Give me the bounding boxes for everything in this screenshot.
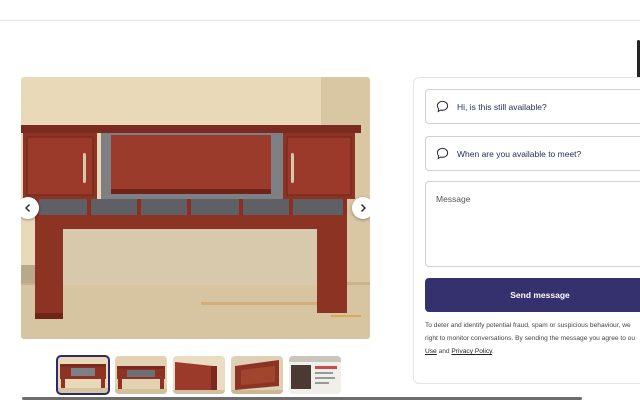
image-viewer [21, 77, 370, 339]
thumbnail-3[interactable] [173, 356, 225, 394]
message-input[interactable]: Message [425, 181, 640, 267]
top-bar [0, 0, 640, 21]
thumbnail-2[interactable] [115, 356, 167, 394]
disclaimer-line-1: To deter and identify potential fraud, s… [425, 322, 631, 329]
message-placeholder: Message [436, 194, 471, 204]
chevron-left-icon [25, 204, 30, 212]
disclaimer-and: and [436, 348, 452, 355]
quick-reply-meet[interactable]: When are you available to meet? [425, 136, 640, 171]
thumbnail-strip [56, 355, 341, 395]
thumbnail-4[interactable] [231, 356, 283, 394]
thumbnail-1[interactable] [56, 355, 110, 395]
contact-seller-panel: Hi, is this still available? When are yo… [413, 77, 640, 384]
chat-bubble-icon [436, 147, 449, 160]
send-button-label: Send message [510, 290, 570, 300]
fraud-disclaimer: To deter and identify potential fraud, s… [425, 319, 640, 358]
chevron-right-icon [361, 204, 366, 212]
chat-bubble-icon [436, 100, 449, 113]
quick-reply-label: When are you available to meet? [457, 148, 582, 159]
quick-reply-available[interactable]: Hi, is this still available? [425, 89, 640, 124]
terms-of-use-link[interactable]: Use [425, 348, 437, 355]
main-listing-photo [21, 77, 370, 339]
next-image-button[interactable] [352, 197, 370, 219]
send-message-button[interactable]: Send message [425, 278, 640, 312]
quick-reply-label: Hi, is this still available? [457, 101, 547, 112]
disclaimer-period: . [491, 348, 494, 355]
disclaimer-line-2: right to monitor conversations. By sendi… [425, 335, 636, 342]
privacy-policy-link[interactable]: Privacy Policy [451, 348, 492, 355]
thumbnail-5[interactable] [289, 356, 341, 394]
disclaimer-line-3: Use and Privacy Policy. [425, 345, 640, 358]
